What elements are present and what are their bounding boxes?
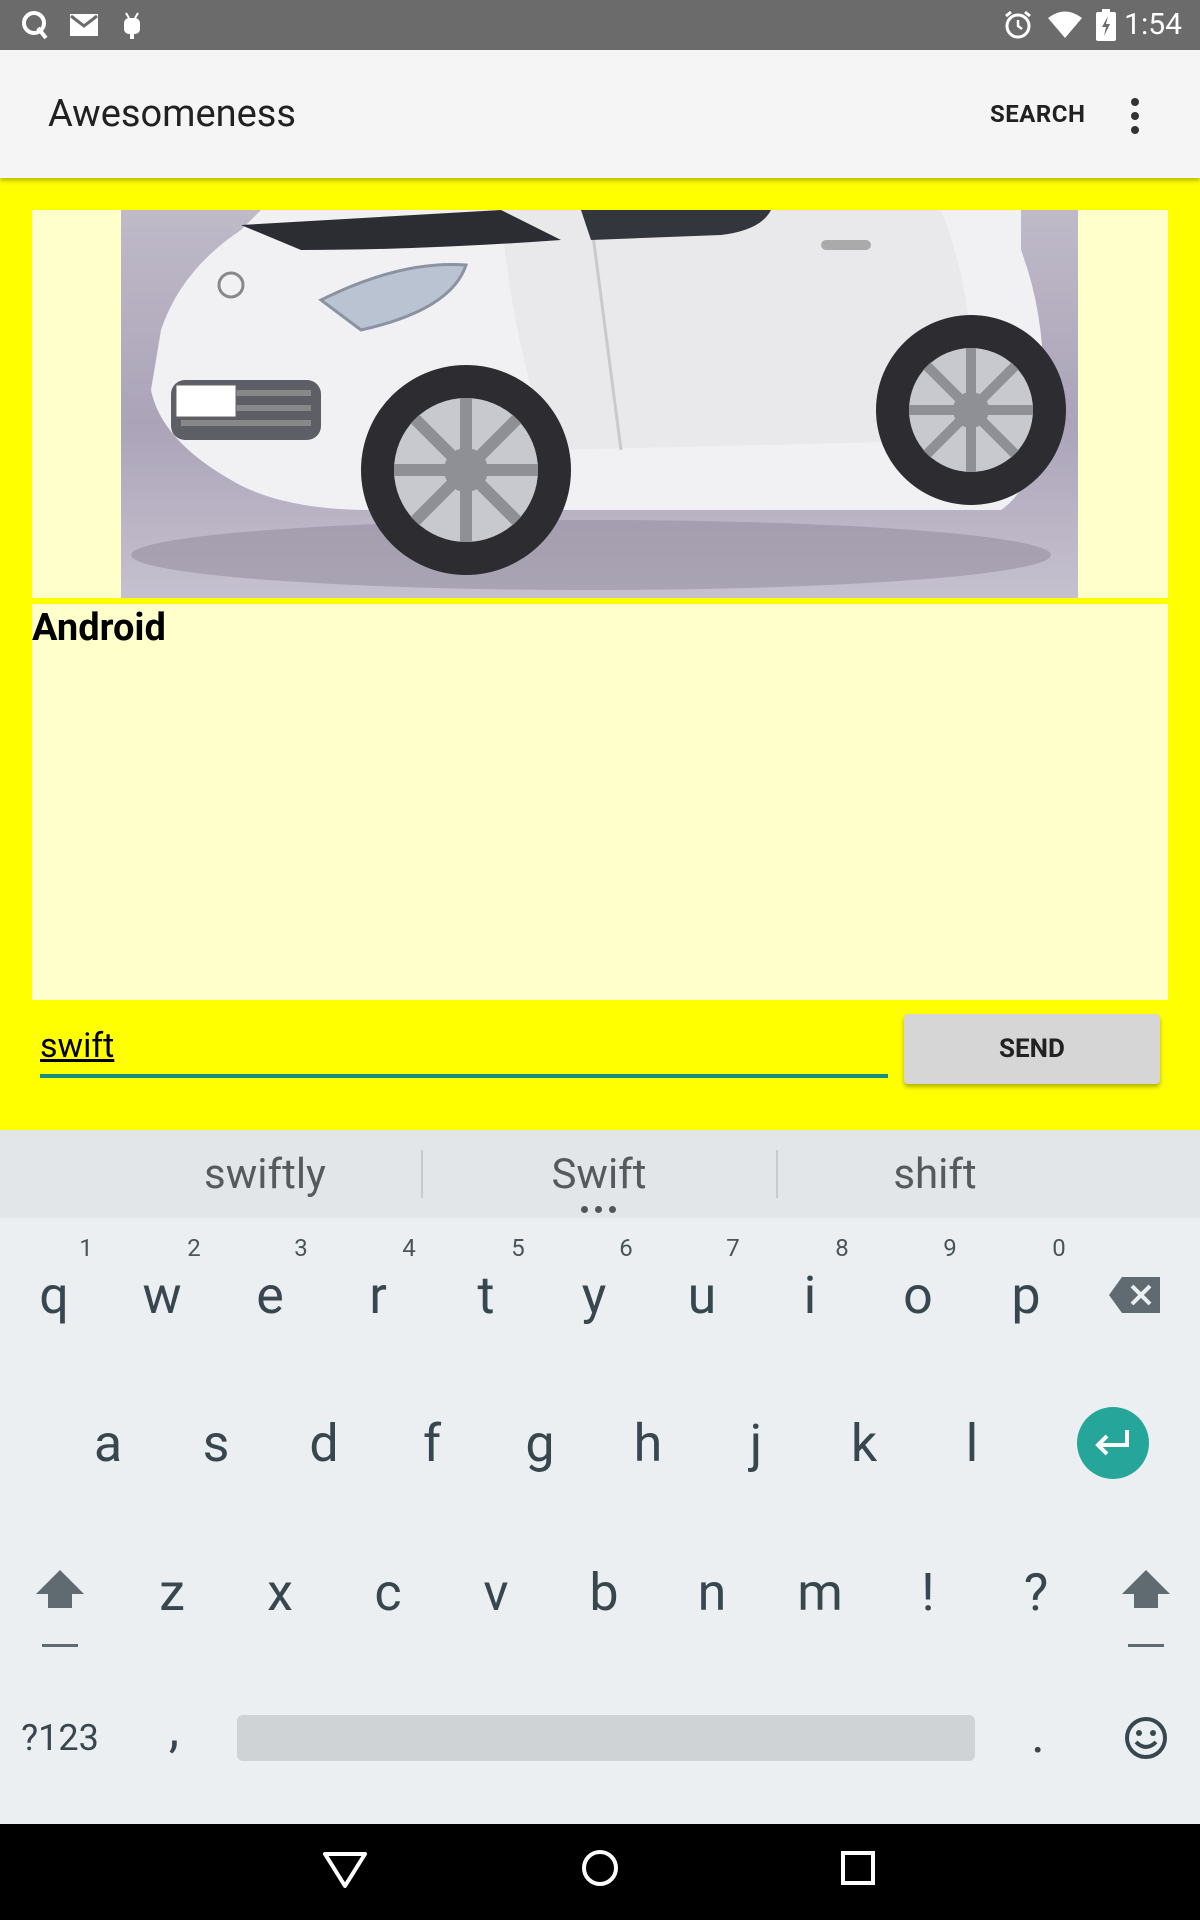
key-v[interactable]: v xyxy=(446,1552,546,1632)
symbols-key[interactable]: ?123 xyxy=(10,1698,110,1778)
message-text: Android xyxy=(32,606,166,650)
key-k[interactable]: k xyxy=(814,1403,914,1483)
suggestion-3[interactable]: shift xyxy=(800,1130,1070,1218)
navigation-bar xyxy=(0,1824,1200,1920)
key-question[interactable]: ? xyxy=(986,1552,1086,1632)
key-o[interactable]: o xyxy=(868,1255,968,1335)
key-g[interactable]: g xyxy=(490,1403,590,1483)
more-suggestions-icon[interactable] xyxy=(581,1206,617,1214)
enter-icon xyxy=(1095,1430,1129,1456)
send-button[interactable]: SEND xyxy=(904,1014,1160,1084)
space-bar[interactable] xyxy=(237,1715,975,1761)
back-icon[interactable] xyxy=(322,1850,368,1890)
key-z[interactable]: z xyxy=(122,1552,222,1632)
key-l[interactable]: l xyxy=(922,1403,1022,1483)
enter-key[interactable] xyxy=(1077,1407,1149,1479)
suggestion-2[interactable]: Swift xyxy=(450,1130,748,1218)
key-f[interactable]: f xyxy=(382,1403,482,1483)
key-b[interactable]: b xyxy=(554,1552,654,1632)
input-text: swift xyxy=(40,1026,115,1066)
gmail-icon xyxy=(68,7,100,43)
key-u[interactable]: u xyxy=(652,1255,752,1335)
q-app-icon xyxy=(20,7,50,43)
key-r[interactable]: r xyxy=(328,1255,428,1335)
backspace-icon[interactable] xyxy=(1108,1275,1168,1315)
key-m[interactable]: m xyxy=(770,1552,870,1632)
key-i[interactable]: i xyxy=(760,1255,860,1335)
message-card xyxy=(32,604,1168,1000)
key-q[interactable]: q xyxy=(4,1255,104,1335)
key-s[interactable]: s xyxy=(166,1403,266,1483)
key-y[interactable]: y xyxy=(544,1255,644,1335)
key-period[interactable]: . xyxy=(988,1694,1088,1774)
key-exclamation[interactable]: ! xyxy=(878,1552,978,1632)
divider xyxy=(776,1150,778,1198)
battery-icon xyxy=(1094,7,1118,43)
key-x[interactable]: x xyxy=(230,1552,330,1632)
key-n[interactable]: n xyxy=(662,1552,762,1632)
key-j[interactable]: j xyxy=(706,1403,806,1483)
suggestion-1[interactable]: swiftly xyxy=(130,1130,400,1218)
key-comma[interactable]: , xyxy=(124,1688,224,1768)
input-underline xyxy=(40,1074,888,1078)
home-icon[interactable] xyxy=(580,1848,620,1888)
alarm-icon xyxy=(1002,7,1034,43)
key-t[interactable]: t xyxy=(436,1255,536,1335)
key-a[interactable]: a xyxy=(58,1403,158,1483)
key-w[interactable]: w xyxy=(112,1255,212,1335)
key-e[interactable]: e xyxy=(220,1255,320,1335)
shift-right-icon[interactable] xyxy=(1120,1568,1172,1648)
app-title: Awesomeness xyxy=(48,92,297,136)
wifi-icon xyxy=(1046,7,1084,43)
clock-time: 1:54 xyxy=(1124,7,1182,42)
key-h[interactable]: h xyxy=(598,1403,698,1483)
divider xyxy=(421,1150,423,1198)
app-bar: Awesomeness SEARCH xyxy=(0,50,1200,178)
shift-left-icon[interactable] xyxy=(34,1568,86,1648)
message-input[interactable]: swift xyxy=(40,1026,888,1076)
android-debug-icon xyxy=(118,7,146,43)
key-d[interactable]: d xyxy=(274,1403,374,1483)
key-p[interactable]: p xyxy=(976,1255,1076,1335)
emoji-icon[interactable] xyxy=(1124,1716,1168,1760)
status-bar: 1:54 xyxy=(0,0,1200,50)
search-action-button[interactable]: SEARCH xyxy=(990,100,1085,128)
more-vert-icon[interactable] xyxy=(1128,98,1142,134)
recents-icon[interactable] xyxy=(838,1848,878,1888)
key-c[interactable]: c xyxy=(338,1552,438,1632)
white-compact-car-image xyxy=(121,210,1078,598)
